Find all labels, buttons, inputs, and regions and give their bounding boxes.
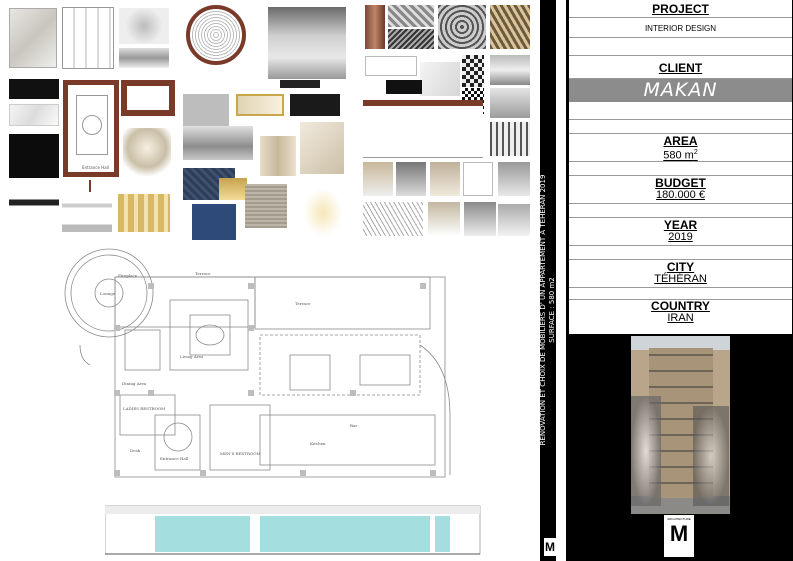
entrance-plan-thumbnail: Entrance Hall <box>63 80 119 177</box>
photo-gold-frame <box>236 94 284 116</box>
year-label: YEAR <box>663 218 698 232</box>
drawing-elevation <box>363 100 483 158</box>
terrace-top-label: Terrace <box>195 271 211 276</box>
photo-stair-7 <box>498 204 530 236</box>
photo-dark-marble <box>290 94 340 116</box>
photo-pattern-4 <box>490 5 530 49</box>
photo-pattern-2 <box>388 29 434 49</box>
year-row: YEAR 2019 <box>569 218 792 246</box>
photo-railing <box>490 122 530 156</box>
empty-row-5 <box>569 204 792 218</box>
brown-frame-detail <box>121 80 175 116</box>
empty-row-4 <box>569 162 792 176</box>
photo-living-room <box>268 7 346 79</box>
entrance-label: Entrance Hall <box>160 456 189 461</box>
photo-dark-wall <box>280 80 320 88</box>
area-row: AREA 580 m2 <box>569 134 792 162</box>
photo-stair-3 <box>430 162 460 196</box>
empty-row-3 <box>569 120 792 134</box>
photo-marble-slab <box>420 62 460 96</box>
floor-plan: Fireplace Lounge Terrace Terrace Living … <box>64 248 451 478</box>
empty-row-2 <box>569 102 792 120</box>
vertical-caption-line2: SURFACE : 580 m2 <box>548 277 556 343</box>
drawing-railing <box>363 202 423 236</box>
budget-label: BUDGET <box>655 176 706 190</box>
budget-row: BUDGET 180.000 € <box>569 176 792 204</box>
ladies-label: LADIES RESTROOM <box>123 406 165 411</box>
terrace-right-label: Terrace <box>295 301 311 306</box>
photo-stair-5 <box>428 202 460 236</box>
photo-grey-fabric <box>245 184 287 228</box>
photo-checker-floor <box>462 55 484 87</box>
area-label: AREA <box>663 134 698 148</box>
kitchen-label: Kitchen <box>310 441 326 446</box>
client-row: CLIENT <box>569 56 792 79</box>
photo-pattern-3 <box>438 5 486 49</box>
photo-stair-6 <box>464 202 496 236</box>
photo-copper-texture <box>365 5 385 49</box>
round-ceiling-drawing <box>186 5 246 65</box>
strip-logo-icon: M <box>544 538 556 556</box>
photo-chandelier-drawing <box>9 134 59 178</box>
architecture-logo: ARCHITECTURE M <box>664 515 694 557</box>
photo-black-slab <box>386 80 422 94</box>
photo-blue-fabric <box>192 204 236 240</box>
photo-curtain <box>260 136 296 176</box>
year-value: 2019 <box>668 231 693 243</box>
client-value: MAKAN <box>569 79 792 102</box>
city-label: CITY <box>666 260 695 274</box>
photo-white-marble <box>9 104 59 126</box>
area-value: 580 m2 <box>663 149 698 162</box>
city-value: TÉHÉRAN <box>654 273 707 285</box>
photo-sofa <box>183 126 253 160</box>
entrance-hall-label: Entrance Hall <box>82 165 109 170</box>
country-label: COUNTRY <box>651 299 710 313</box>
country-row: COUNTRY IRAN <box>569 300 792 326</box>
empty-row-1 <box>569 38 792 56</box>
photo-pattern-1 <box>388 5 434 27</box>
photo-crystal-chandelier <box>123 128 171 178</box>
columns <box>114 283 436 476</box>
photo-pendant-light <box>300 184 346 236</box>
project-row: PROJECT <box>569 0 792 18</box>
photo-stair-1 <box>363 162 393 196</box>
living-label: Living Area <box>180 354 204 359</box>
photo-stair-2 <box>396 162 426 196</box>
photo-console-table <box>9 192 59 230</box>
project-label: PROJECT <box>652 2 709 16</box>
photo-corridor <box>490 55 530 85</box>
section-elevation <box>105 505 481 555</box>
photo-chrome-console <box>62 194 112 232</box>
photo-gold-console <box>118 194 170 232</box>
lounge-label: Lounge <box>100 291 116 296</box>
dining-label: Dining Area <box>122 381 147 386</box>
vertical-caption-line1: RENOVATION ET CHOIX DE MOBILIERS D' UN A… <box>539 174 547 446</box>
photo-marble-floor <box>9 8 57 68</box>
bar-label: Bar <box>350 423 357 428</box>
drawing-furniture <box>365 56 417 76</box>
mens-label: MEN'S RESTROOM <box>220 451 261 456</box>
drawing-stair <box>463 162 493 196</box>
photo-cornice <box>119 48 169 68</box>
photo-gold-tile <box>219 178 247 200</box>
photo-fabric <box>300 122 344 174</box>
empty-row-6 <box>569 246 792 260</box>
fireplace-label: Fireplace <box>118 273 138 278</box>
project-value-row: INTERIOR DESIGN <box>569 18 792 38</box>
project-value: INTERIOR DESIGN <box>644 24 717 33</box>
photo-hall <box>490 88 530 118</box>
building-photo <box>631 336 730 514</box>
info-sheet: PROJECT INTERIOR DESIGN CLIENT MAKAN ARE… <box>569 0 792 334</box>
vertical-caption: RENOVATION ET CHOIX DE MOBILIERS D' UN A… <box>539 175 557 446</box>
drawing-wall-panel <box>62 7 114 69</box>
client-label: CLIENT <box>658 61 703 75</box>
country-value: IRAN <box>667 312 694 324</box>
budget-value: 180.000 € <box>656 189 705 201</box>
photo-black-marble <box>9 79 59 99</box>
photo-stair-4 <box>498 162 530 196</box>
arrow-icon <box>89 180 91 192</box>
photo-ornament <box>119 8 169 44</box>
city-row: CITY TÉHÉRAN <box>569 260 792 288</box>
desk-label: Desk <box>130 448 141 453</box>
